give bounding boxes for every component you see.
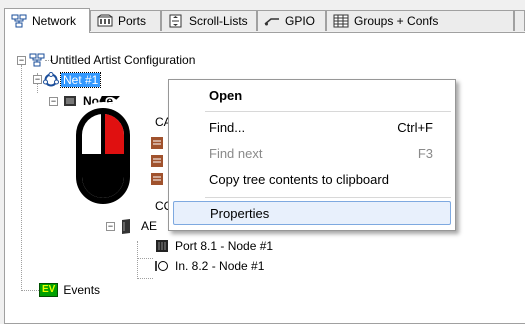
tab-ports[interactable]: Ports [90,10,161,31]
events-badge: EV [39,283,59,297]
menu-shortcut: F3 [417,145,433,161]
gpio-icon [264,14,280,28]
tab-label: Scroll-Lists [189,14,248,28]
tree-line [137,241,138,279]
network-icon [29,53,45,67]
tab-label: Ports [118,14,147,28]
groups-icon [333,14,349,28]
tab-label: Groups + Confs [354,14,439,28]
tree-node-label: In. 8.2 - Node #1 [175,259,265,273]
tree-line [137,258,153,259]
menu-item-label: Open [209,87,243,103]
input-circle-icon [155,259,169,273]
module-icon [119,218,133,234]
menu-item-open[interactable]: Open [173,83,451,107]
menu-item-label: Properties [210,205,270,221]
menu-item-label: Copy tree contents to clipboard [209,171,389,187]
right-click-mouse-icon [60,92,160,214]
tree-node-label: Net #1 [59,72,102,88]
network-icon [11,14,27,28]
tab-scroll-lists[interactable]: Scroll-Lists [161,10,257,31]
tree-line [137,278,153,279]
menu-item-label: Find next [209,145,263,161]
tree-node-port-out[interactable]: In. 8.2 - Node #1 [155,257,266,275]
net-ring-icon [43,72,59,88]
menu-separator [205,197,451,198]
tree-line [21,65,22,291]
tree-node-label: Untitled Artist Configuration [50,53,196,67]
menu-item-copy-tree[interactable]: Copy tree contents to clipboard [173,167,451,191]
menu-item-find-next[interactable]: Find next F3 [173,141,451,165]
ports-icon [97,14,113,28]
collapse-toggle[interactable]: − [106,222,115,231]
tree-node-events[interactable]: EV Events [39,281,102,299]
collapse-toggle[interactable]: − [17,56,26,65]
menu-item-find[interactable]: Find... Ctrl+F [173,115,451,139]
port-icon [155,239,169,253]
scroll-lists-icon [168,14,184,28]
menu-shortcut: Ctrl+F [397,119,433,135]
tab-groups-confs[interactable]: Groups + Confs [326,10,514,31]
menu-item-properties[interactable]: Properties [173,201,451,225]
collapse-toggle[interactable]: − [49,97,58,106]
tab-network[interactable]: Network [4,8,90,33]
tree-node-label: Port 8.1 - Node #1 [175,239,274,253]
tab-strip: Network Ports Scroll-Lists GPIO Groups +… [0,8,525,33]
collapse-toggle[interactable]: − [33,75,42,84]
tree-node-port-in[interactable]: Port 8.1 - Node #1 [155,237,275,255]
context-menu: Open Find... Ctrl+F Find next F3 Copy tr… [168,79,456,231]
tree-node-label: AE [141,219,158,233]
tree-node-label: Events [63,283,101,297]
tab-overflow[interactable] [514,10,525,31]
tree-node-ae[interactable]: AE [119,217,159,235]
tab-label: GPIO [285,14,316,28]
menu-separator [205,111,451,112]
tree-node-root[interactable]: Untitled Artist Configuration [29,51,197,69]
tab-label: Network [32,14,77,28]
menu-item-label: Find... [209,119,246,135]
tree-node-net[interactable]: Net #1 [43,71,102,89]
tab-gpio[interactable]: GPIO [257,10,326,31]
tree-line [21,290,39,291]
